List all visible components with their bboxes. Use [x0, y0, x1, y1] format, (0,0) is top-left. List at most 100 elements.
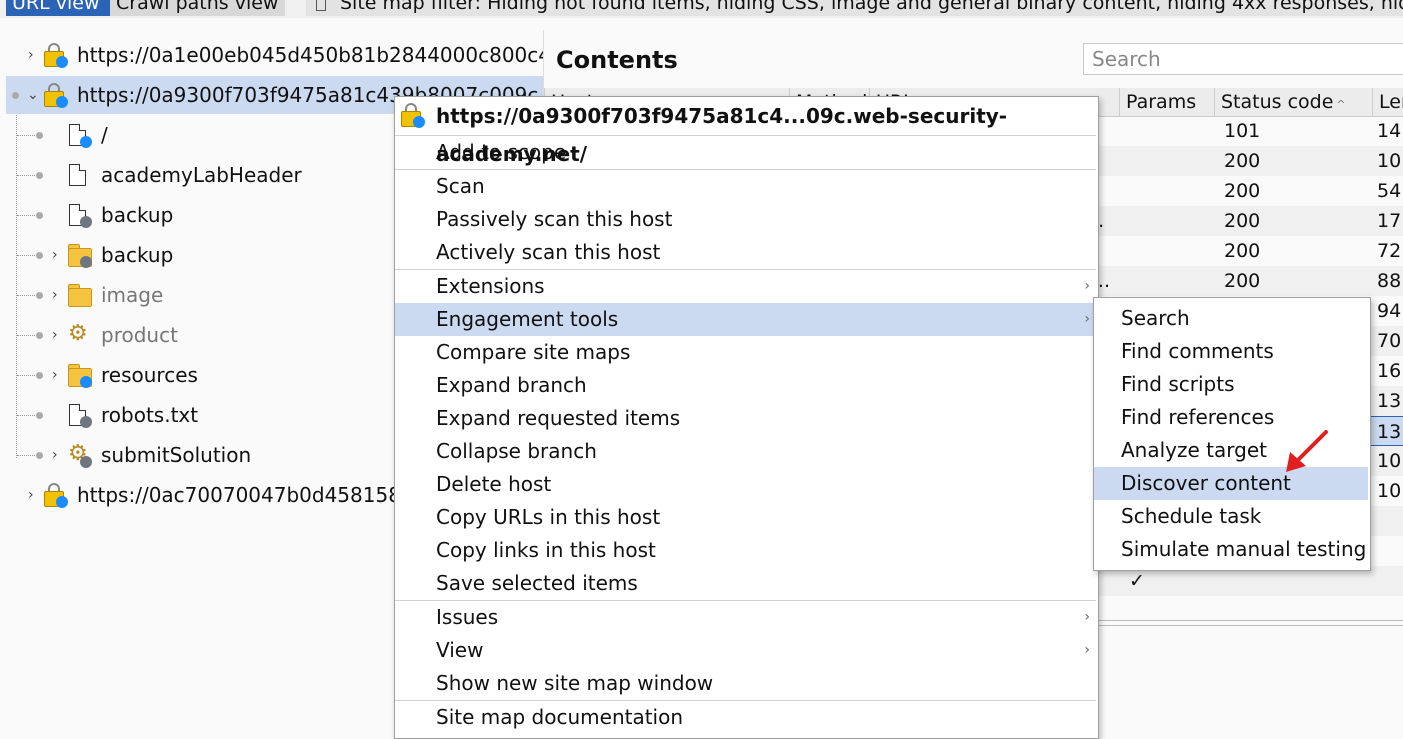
lock-icon: [44, 82, 68, 108]
column-header-label: Params: [1126, 91, 1197, 113]
menu-item-show-new-site-map-window[interactable]: Show new site map window: [395, 667, 1096, 700]
table-cell-length: 10: [1377, 480, 1402, 502]
menu-item-site-map-documentation[interactable]: Site map documentation: [395, 701, 1096, 734]
menu-item-label: Site map documentation: [436, 705, 684, 729]
tree-node-dot: [36, 332, 43, 339]
submenu-item-find-comments[interactable]: Find comments: [1094, 335, 1368, 368]
file-icon: [68, 122, 92, 148]
menu-item-label: Add to scope: [436, 140, 567, 164]
status-dot-icon: [80, 136, 92, 148]
menu-item-expand-requested-items[interactable]: Expand requested items: [395, 402, 1096, 435]
column-header-len[interactable]: Len: [1372, 88, 1403, 116]
tree-connector: [17, 375, 37, 376]
tree-item-label: submitSolution: [101, 443, 252, 467]
menu-item-save-selected-items[interactable]: Save selected items: [395, 567, 1096, 600]
menu-item-label: Extensions: [436, 274, 545, 298]
host-context-menu: https://0a9300f703f9475a81c4...09c.web-s…: [394, 96, 1099, 739]
menu-item-compare-site-maps[interactable]: Compare site maps: [395, 336, 1096, 369]
column-header-params[interactable]: Params: [1119, 88, 1196, 116]
file-icon: [68, 202, 92, 228]
menu-item-label: Copy URLs in this host: [436, 505, 661, 529]
menu-item-expand-branch[interactable]: Expand branch: [395, 369, 1096, 402]
top-toolbar: URL view Crawl paths view Site map filte…: [0, 0, 1403, 18]
table-cell-length: 13: [1377, 390, 1402, 412]
context-menu-header: https://0a9300f703f9475a81c4...09c.web-s…: [395, 97, 1096, 166]
folder-icon: [68, 242, 92, 268]
status-dot-icon: [80, 376, 92, 388]
tree-node-dot: [36, 372, 43, 379]
table-cell-length: 88: [1377, 270, 1402, 292]
tree-connector: [17, 135, 37, 136]
tree-node-dot: [36, 172, 43, 179]
menu-item-label: Issues: [436, 605, 499, 629]
tree-node-dot: [36, 212, 43, 219]
file-icon: [68, 162, 92, 188]
chevron-right-icon[interactable]: ›: [28, 36, 34, 74]
menu-item-view[interactable]: View ›: [395, 634, 1096, 667]
menu-item-engagement-tools[interactable]: Engagement tools ›: [395, 303, 1096, 336]
chevron-right-icon[interactable]: ›: [28, 476, 34, 514]
table-cell-status: 200: [1224, 180, 1261, 202]
tree-item-label: backup: [101, 203, 174, 227]
tree-node-dot: [36, 412, 43, 419]
tree-connector: [17, 455, 37, 456]
submenu-item-simulate-manual-testing[interactable]: Simulate manual testing: [1094, 533, 1368, 566]
table-cell-status: 200: [1224, 150, 1261, 172]
column-header-label: Len: [1379, 91, 1403, 113]
status-dot-icon: [80, 256, 92, 268]
crawl-paths-view-tab[interactable]: Crawl paths view: [110, 0, 285, 16]
table-cell-length: 14: [1377, 120, 1402, 142]
submenu-item-schedule-task[interactable]: Schedule task: [1094, 500, 1368, 533]
status-dot-icon: [80, 216, 92, 228]
site-map-filter-bar[interactable]: Site map filter: Hiding not found items,…: [306, 0, 1403, 16]
filter-text: Site map filter: Hiding not found items,…: [340, 0, 1403, 14]
contents-search-input[interactable]: Search: [1083, 43, 1403, 75]
chevron-down-icon[interactable]: ⌄: [27, 76, 39, 114]
tree-item-label: https://0ac70070047b0d4581583: [77, 483, 414, 507]
status-dot-icon: [80, 456, 92, 468]
submenu-item-label: Analyze target: [1121, 438, 1267, 462]
menu-item-copy-links-in-this-host[interactable]: Copy links in this host: [395, 534, 1096, 567]
chevron-right-icon[interactable]: ›: [52, 356, 58, 394]
menu-item-copy-urls-in-this-host[interactable]: Copy URLs in this host: [395, 501, 1096, 534]
tree-connector: [17, 335, 37, 336]
tree-item-label: academyLabHeader: [101, 163, 302, 187]
table-cell-length: 70: [1377, 330, 1402, 352]
menu-item-extensions[interactable]: Extensions ›: [395, 270, 1096, 303]
column-header-status-code[interactable]: Status code ^: [1214, 88, 1346, 116]
menu-item-collapse-branch[interactable]: Collapse branch: [395, 435, 1096, 468]
menu-item-delete-host[interactable]: Delete host: [395, 468, 1096, 501]
table-cell-length: 13: [1377, 421, 1402, 443]
tree-host-1[interactable]: › https://0a1e00eb045d450b81b2844000c800c…: [0, 36, 543, 74]
chevron-right-icon: ›: [1084, 311, 1090, 327]
table-cell-length: 16: [1377, 360, 1402, 382]
menu-item-label: Actively scan this host: [436, 240, 661, 264]
lock-icon: [401, 102, 425, 128]
submenu-item-find-scripts[interactable]: Find scripts: [1094, 368, 1368, 401]
tree-item-label: https://0a1e00eb045d450b81b2844000c800c4…: [77, 43, 543, 67]
menu-item-actively-scan-this-host[interactable]: Actively scan this host: [395, 236, 1096, 269]
panel-split-handle[interactable]: [1099, 620, 1403, 626]
chevron-right-icon[interactable]: ›: [52, 436, 58, 474]
table-cell-length: 72: [1377, 240, 1402, 262]
table-cell-status: 101: [1224, 120, 1261, 142]
tree-node-dot: [36, 132, 43, 139]
submenu-item-search[interactable]: Search: [1094, 302, 1368, 335]
menu-item-scan[interactable]: Scan: [395, 170, 1096, 203]
tree-connector: [17, 255, 37, 256]
chevron-right-icon[interactable]: ›: [52, 236, 58, 274]
url-view-tab[interactable]: URL view: [6, 0, 110, 16]
chevron-right-icon: ›: [1084, 278, 1090, 294]
menu-item-label: Collapse branch: [436, 439, 597, 463]
menu-item-add-to-scope[interactable]: Add to scope: [395, 136, 1096, 169]
menu-item-label: View: [436, 638, 484, 662]
menu-item-passively-scan-this-host[interactable]: Passively scan this host: [395, 203, 1096, 236]
column-header-label: Status code: [1221, 91, 1334, 113]
chevron-right-icon[interactable]: ›: [52, 316, 58, 354]
gear-icon: ⚙: [68, 442, 92, 468]
submenu-item-label: Simulate manual testing: [1121, 537, 1367, 561]
folder-icon: [68, 362, 92, 388]
submenu-item-label: Search: [1121, 306, 1190, 330]
menu-item-issues[interactable]: Issues ›: [395, 601, 1096, 634]
chevron-right-icon[interactable]: ›: [52, 276, 58, 314]
